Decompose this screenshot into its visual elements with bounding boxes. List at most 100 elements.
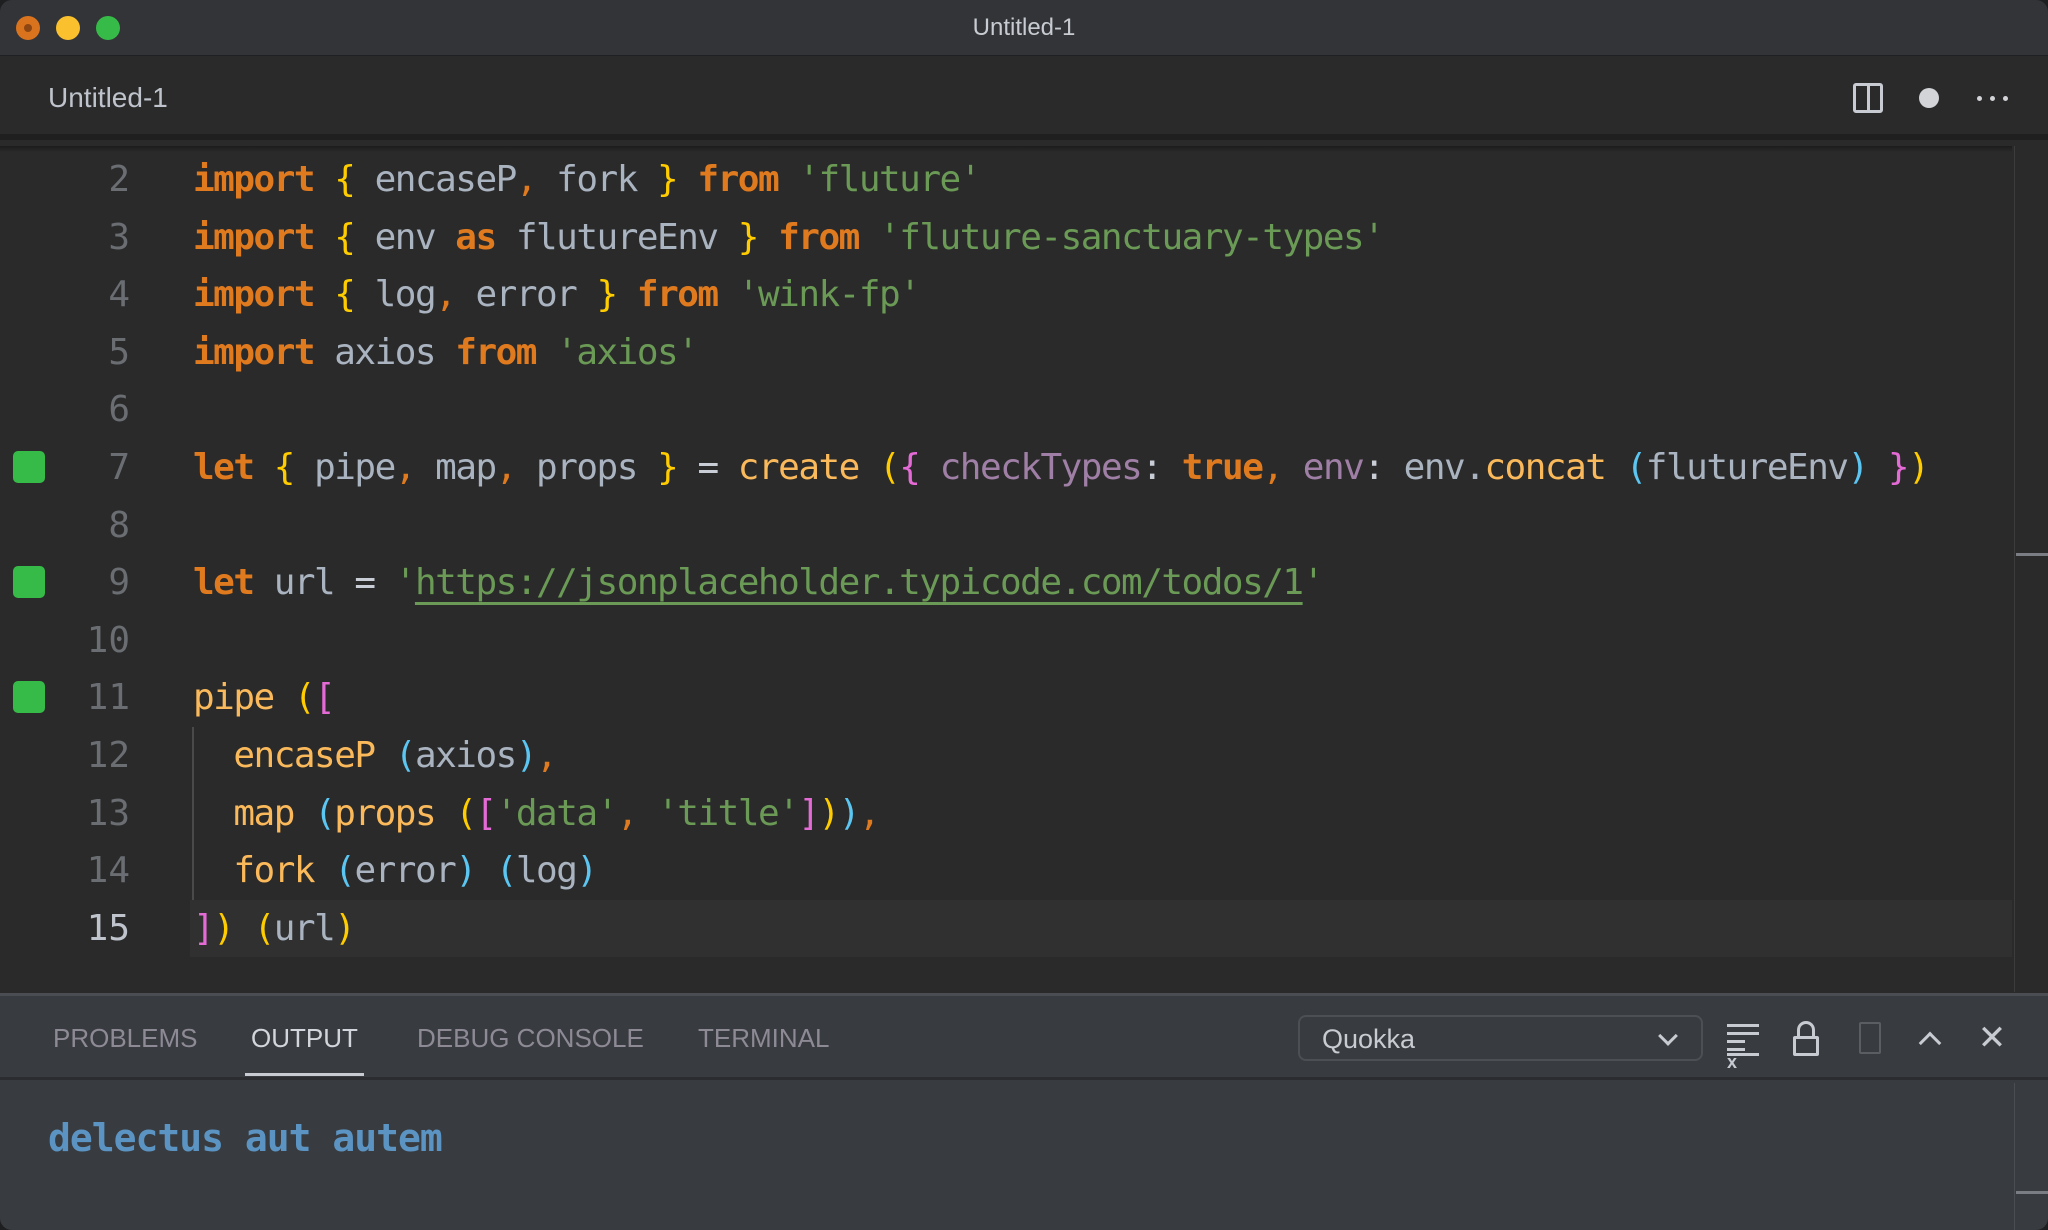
- code-token: url: [273, 907, 336, 949]
- code-line[interactable]: encaseP (axios),: [193, 727, 557, 785]
- code-token: 'fluture-sanctuary-types': [879, 216, 1385, 258]
- code-token: ): [838, 792, 861, 834]
- line-number: 9: [108, 562, 130, 604]
- code-token: }: [596, 274, 619, 316]
- code-line[interactable]: import axios from 'axios': [193, 324, 699, 382]
- code-line[interactable]: pipe ([: [193, 669, 336, 727]
- code-token: props: [334, 792, 436, 834]
- code-token: axios: [414, 735, 517, 776]
- overview-ruler-mark: [2016, 553, 2048, 556]
- code-token: =: [677, 447, 738, 488]
- chevron-up-icon: [1918, 1031, 1942, 1055]
- code-line[interactable]: let url = 'https://jsonplaceholder.typic…: [193, 554, 1325, 612]
- code-line[interactable]: fork (error) (log): [193, 842, 598, 900]
- panel-overview-mark: [2016, 1191, 2048, 1194]
- clear-output-button[interactable]: x: [1723, 1018, 1763, 1071]
- split-editor-button[interactable]: [1848, 78, 1888, 118]
- code-token: (: [455, 792, 477, 834]
- more-actions-icon: [1976, 95, 2008, 101]
- code-token: concat: [1484, 447, 1607, 488]
- scroll-shadow: [0, 146, 2012, 152]
- code-token: map: [233, 792, 295, 834]
- quokka-coverage-marker[interactable]: [13, 681, 45, 714]
- output-line: delectus aut autem: [48, 1116, 443, 1160]
- code-token: {: [273, 447, 296, 488]
- code-token: as: [455, 216, 497, 258]
- code-token: (: [1625, 447, 1648, 488]
- code-token: {: [334, 159, 356, 200]
- code-token: from: [778, 216, 860, 258]
- unsaved-dot-icon: [1919, 88, 1939, 108]
- vertical-ruler: [2014, 146, 2015, 992]
- code-token: }: [1887, 447, 1910, 488]
- code-token: ,: [858, 792, 881, 834]
- panel-tab-terminal[interactable]: TERMINAL: [698, 996, 829, 1080]
- code-token: ,: [616, 792, 639, 834]
- code-token: log: [515, 850, 578, 892]
- unsaved-indicator-button[interactable]: [1909, 78, 1949, 118]
- tab-untitled-1[interactable]: Untitled-1: [48, 56, 168, 140]
- code-editor[interactable]: 2 import { encaseP, fork } from 'fluture'…: [0, 146, 2048, 992]
- code-token: fork: [536, 159, 658, 200]
- line-number: 11: [86, 677, 130, 719]
- bottom-panel: PROBLEMS OUTPUT DEBUG CONSOLE TERMINAL Q…: [0, 993, 2048, 1230]
- code-token: ): [1847, 447, 1870, 488]
- panel-tab-debug-console[interactable]: DEBUG CONSOLE: [417, 996, 644, 1080]
- quokka-coverage-marker[interactable]: [13, 566, 45, 599]
- panel-tab-output[interactable]: OUTPUT: [245, 996, 364, 1080]
- code-token: import: [193, 274, 316, 316]
- code-line[interactable]: import { encaseP, fork } from 'fluture': [193, 151, 981, 209]
- code-token: url: [253, 562, 355, 604]
- code-token: true: [1181, 447, 1264, 488]
- code-token: 'fluture': [798, 159, 981, 200]
- more-actions-button[interactable]: [1972, 78, 2012, 118]
- code-token: ': [1302, 562, 1325, 604]
- open-log-file-icon: [1859, 1022, 1881, 1054]
- code-line[interactable]: map (props (['data', 'title'])),: [193, 785, 881, 843]
- code-token: import: [193, 216, 316, 258]
- code-token: :: [1141, 447, 1182, 488]
- code-token: ): [1908, 447, 1930, 488]
- open-log-file-button[interactable]: [1850, 1018, 1890, 1058]
- output-channel-select[interactable]: Quokka: [1298, 1015, 1703, 1061]
- code-token: https://jsonplaceholder.typicode.com/tod…: [414, 562, 1304, 604]
- code-token: log: [354, 274, 437, 316]
- panel-tab-problems[interactable]: PROBLEMS: [53, 996, 198, 1080]
- editor-window: Untitled-1 Untitled-1 2 import { encaseP,…: [0, 0, 2048, 1230]
- panel-header: PROBLEMS OUTPUT DEBUG CONSOLE TERMINAL Q…: [0, 996, 2048, 1080]
- maximize-panel-button[interactable]: [1910, 1018, 1950, 1058]
- window-title: Untitled-1: [972, 14, 1076, 41]
- line-number: 4: [108, 274, 130, 316]
- line-number: 5: [108, 331, 130, 373]
- code-token: fork: [233, 850, 315, 892]
- code-line[interactable]: ]) (url): [193, 900, 356, 958]
- quokka-coverage-marker[interactable]: [13, 451, 45, 483]
- close-panel-button[interactable]: ✕: [1972, 1018, 2012, 1058]
- code-token: ): [455, 850, 477, 892]
- code-token: [: [314, 677, 336, 719]
- code-token: encaseP: [233, 735, 376, 776]
- code-line[interactable]: import { log, error } from 'wink-fp': [193, 266, 921, 324]
- scroll-lock-button[interactable]: [1786, 1018, 1826, 1058]
- code-line[interactable]: let { pipe, map, props } = create ({ che…: [193, 439, 1930, 497]
- code-token: ): [213, 907, 235, 949]
- code-token: (: [314, 792, 336, 834]
- code-line[interactable]: import { env as flutureEnv } from 'flutu…: [193, 209, 1385, 267]
- code-token: map: [414, 447, 497, 488]
- code-token: env.: [1403, 447, 1486, 488]
- code-token: import: [193, 159, 316, 200]
